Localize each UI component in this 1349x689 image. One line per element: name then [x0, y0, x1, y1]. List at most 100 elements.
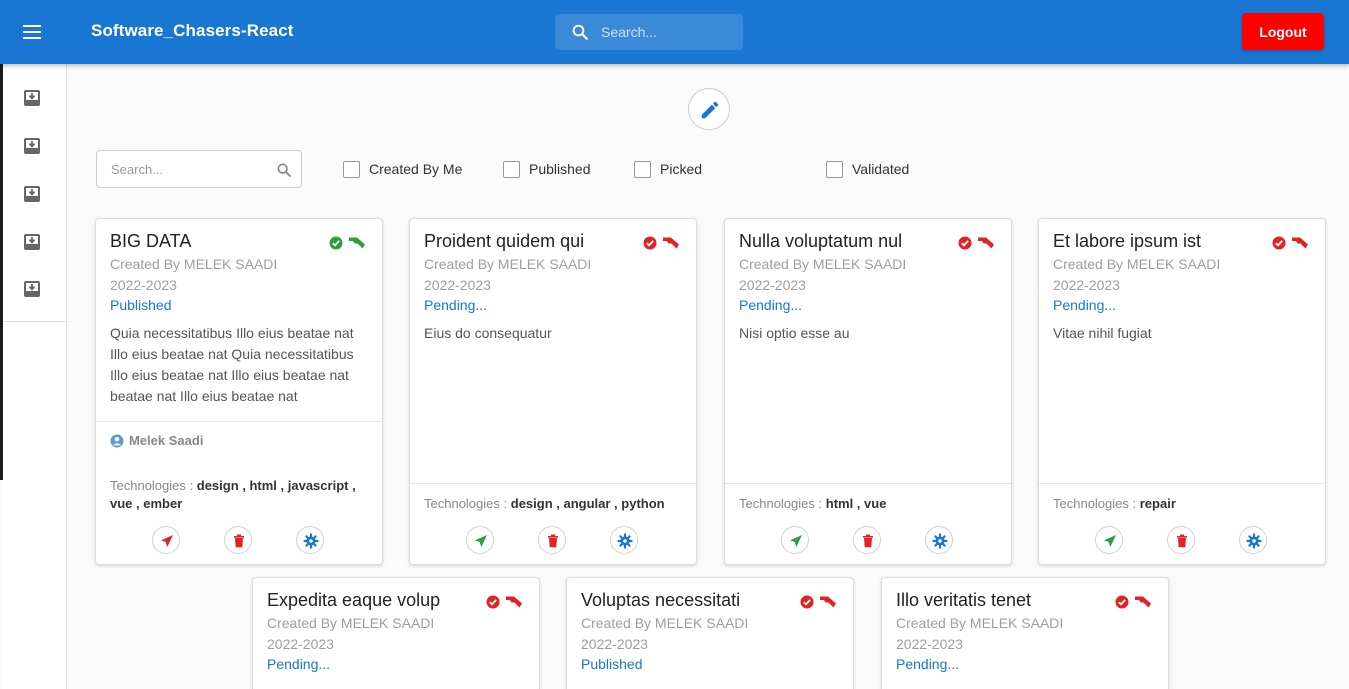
status-icons [1272, 236, 1309, 250]
settings-button[interactable] [925, 526, 953, 554]
card-owner: Melek Saadi [110, 433, 203, 448]
delete-button[interactable] [1167, 526, 1195, 554]
gear-icon [617, 533, 633, 549]
card-divider [96, 421, 382, 422]
card-title: Voluptas necessitati [581, 590, 741, 610]
checkbox[interactable] [634, 160, 651, 178]
flag-arrow-icon [349, 237, 365, 249]
card-title: Proident quidem qui [424, 231, 585, 251]
check-circle-icon [1115, 595, 1129, 609]
check-circle-icon [958, 236, 972, 250]
trash-icon [548, 534, 558, 548]
app-bar: Software_Chasers-React Logout [0, 0, 1349, 64]
card-creator: Created By MELEK SAADI [1053, 256, 1221, 272]
check-circle-icon [329, 236, 343, 250]
card-year: 2022-2023 [267, 636, 334, 652]
card-status: Pending... [1053, 297, 1117, 313]
project-card: Nulla voluptatum nul Created By MELEK SA… [724, 218, 1012, 565]
filter-created-by-me[interactable]: Created By Me [343, 160, 462, 178]
logout-button[interactable]: Logout [1242, 13, 1324, 50]
gear-icon [303, 533, 319, 549]
edit-button[interactable] [688, 88, 730, 130]
card-divider [1039, 483, 1325, 484]
check-circle-icon [486, 595, 500, 609]
technologies-label: Technologies : [424, 496, 508, 511]
card-technologies: Technologies : design , angular , python [424, 495, 686, 513]
card-divider [410, 483, 696, 484]
card-status: Pending... [267, 656, 331, 672]
card-creator: Created By MELEK SAADI [110, 256, 278, 272]
delete-button[interactable] [538, 526, 566, 554]
project-card: BIG DATA Created By MELEK SAADI 2022-202… [95, 218, 383, 565]
inbox-icon[interactable] [23, 280, 41, 298]
send-button[interactable] [152, 526, 180, 554]
send-button[interactable] [466, 526, 494, 554]
card-title: Nulla voluptatum nul [739, 231, 903, 251]
delete-button[interactable] [224, 526, 252, 554]
filter-picked[interactable]: Picked [634, 160, 702, 178]
card-creator: Created By MELEK SAADI [581, 615, 749, 631]
card-year: 2022-2023 [896, 636, 963, 652]
card-status: Published [110, 297, 172, 313]
inbox-icon[interactable] [23, 233, 41, 251]
card-actions [410, 526, 696, 554]
card-technologies: Technologies : design , html , javascrip… [110, 477, 372, 513]
status-icons [486, 595, 523, 609]
settings-button[interactable] [1239, 526, 1267, 554]
pencil-icon [701, 101, 719, 119]
send-icon [161, 535, 173, 547]
checkbox[interactable] [503, 160, 520, 178]
check-circle-icon [800, 595, 814, 609]
filter-validated[interactable]: Validated [826, 160, 909, 178]
card-status: Published [581, 656, 643, 672]
card-description: Vitae nihil fugiat [1053, 325, 1152, 341]
trash-icon [1177, 534, 1187, 548]
card-year: 2022-2023 [739, 277, 806, 293]
technologies-label: Technologies : [739, 496, 823, 511]
card-status: Pending... [739, 297, 803, 313]
project-search-input[interactable] [111, 151, 261, 187]
sidebar-divider [3, 321, 67, 322]
user-circle-icon [110, 434, 124, 447]
top-search-input[interactable] [601, 14, 737, 50]
card-status: Pending... [424, 297, 488, 313]
technologies-list: html , vue [825, 496, 887, 511]
card-title: Et labore ipsum ist [1053, 231, 1202, 251]
send-button[interactable] [781, 526, 809, 554]
project-search [96, 150, 302, 188]
technologies-list: repair [1139, 496, 1176, 511]
trash-icon [234, 534, 244, 548]
flag-arrow-icon [1292, 237, 1308, 249]
card-creator: Created By MELEK SAADI [267, 615, 435, 631]
card-description: Nisi optio esse au [739, 325, 850, 341]
card-description: Quia necessitatibus Illo eius beatae nat… [110, 325, 354, 404]
flag-arrow-icon [978, 237, 994, 249]
search-icon[interactable] [276, 162, 292, 178]
send-icon [1104, 535, 1116, 547]
checkbox[interactable] [343, 160, 360, 178]
technologies-list: design , angular , python [510, 496, 665, 511]
project-card: Proident quidem qui Created By MELEK SAA… [409, 218, 697, 565]
project-card: Voluptas necessitati Created By MELEK SA… [566, 577, 854, 689]
status-icons [643, 236, 680, 250]
trash-icon [863, 534, 873, 548]
settings-button[interactable] [610, 526, 638, 554]
filter-published[interactable]: Published [503, 160, 591, 178]
settings-button[interactable] [296, 526, 324, 554]
owner-name: Melek Saadi [129, 433, 204, 448]
inbox-icon[interactable] [23, 185, 41, 203]
inbox-icon[interactable] [23, 137, 41, 155]
app-title: Software_Chasers-React [91, 21, 294, 40]
menu-icon[interactable] [20, 20, 44, 44]
check-circle-icon [643, 236, 657, 250]
delete-button[interactable] [853, 526, 881, 554]
card-creator: Created By MELEK SAADI [896, 615, 1064, 631]
card-status: Pending... [896, 656, 960, 672]
send-button[interactable] [1095, 526, 1123, 554]
technologies-label: Technologies : [110, 478, 194, 493]
flag-arrow-icon [820, 596, 836, 608]
inbox-icon[interactable] [23, 89, 41, 107]
checkbox[interactable] [826, 160, 843, 178]
technologies-label: Technologies : [1053, 496, 1137, 511]
status-icons [800, 595, 837, 609]
